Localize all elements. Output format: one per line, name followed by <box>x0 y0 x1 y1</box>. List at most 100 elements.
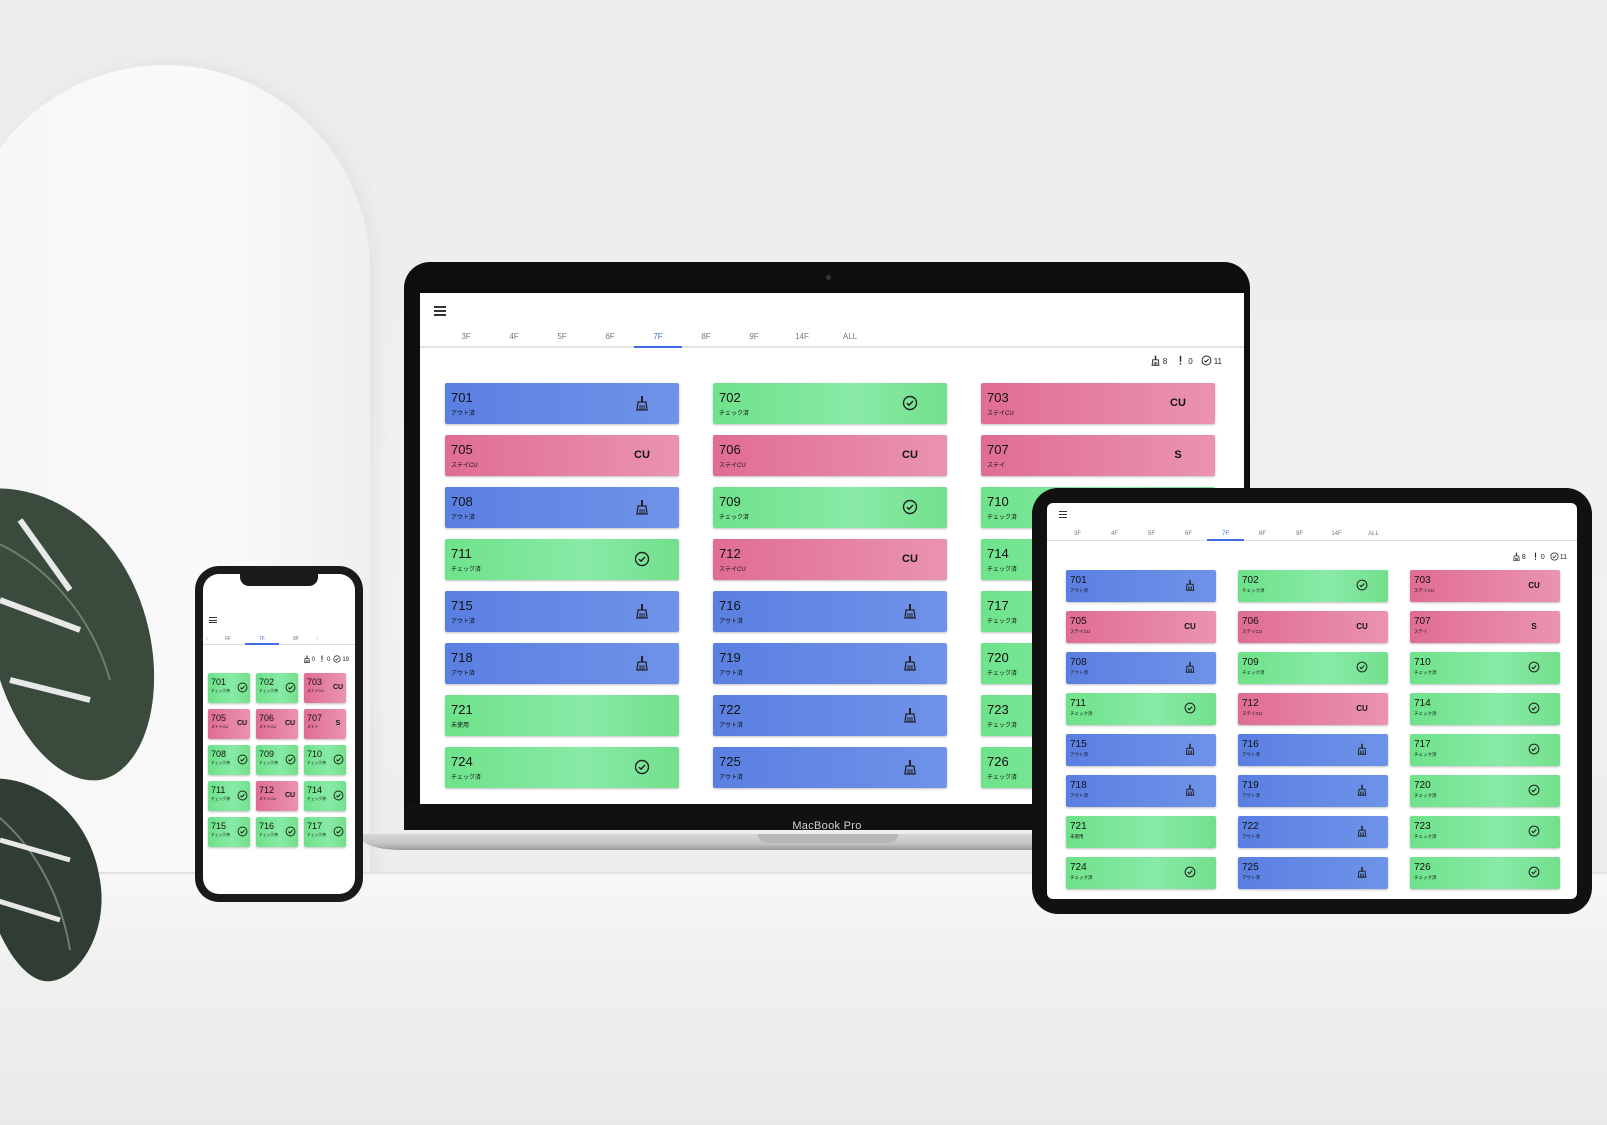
tab-9f[interactable]: 9F <box>1281 529 1318 540</box>
room-card-706[interactable]: 706 ステイCU CU <box>1238 611 1388 643</box>
tab-6f[interactable]: 6F <box>1170 529 1207 540</box>
room-card-715[interactable]: 715 チェック済 <box>208 817 250 847</box>
tab-8f[interactable]: 8F <box>279 635 313 644</box>
room-card-726[interactable]: 726 チェック済 <box>1410 857 1560 889</box>
room-card-725[interactable]: 725 アウト済 <box>713 747 947 788</box>
room-card-716[interactable]: 716 アウト済 <box>713 591 947 632</box>
check-circle-icon <box>236 681 248 693</box>
room-number: 703 <box>1414 575 1431 586</box>
room-number: 706 <box>1242 616 1259 627</box>
room-card-719[interactable]: 719 アウト済 <box>1238 775 1388 807</box>
tab-6f[interactable]: 6F <box>211 635 245 644</box>
alert-icon <box>318 655 327 665</box>
room-card-707[interactable]: 707 ステイ S <box>981 435 1215 476</box>
tab-next-arrow[interactable]: › <box>313 635 321 644</box>
room-number: 710 <box>987 494 1009 509</box>
room-card-709[interactable]: 709 チェック済 <box>256 745 298 775</box>
room-card-722[interactable]: 722 アウト済 <box>713 695 947 736</box>
tab-14f[interactable]: 14F <box>1318 529 1355 540</box>
status-cleaning-count: 0 <box>311 657 315 663</box>
alert-icon <box>1531 552 1541 563</box>
room-status-label: ステイCU <box>719 567 746 573</box>
room-card-705[interactable]: 705 ステイCU CU <box>208 709 250 739</box>
room-card-716[interactable]: 716 チェック済 <box>256 817 298 847</box>
tab-9f[interactable]: 9F <box>730 330 778 346</box>
tab-4f[interactable]: 4F <box>490 330 538 346</box>
status-summary: 8 0 11 <box>1150 355 1222 368</box>
room-card-725[interactable]: 725 アウト済 <box>1238 857 1388 889</box>
room-card-708[interactable]: 708 チェック済 <box>208 745 250 775</box>
tab-14f[interactable]: 14F <box>778 330 826 346</box>
tab-7f[interactable]: 7F <box>1207 529 1244 541</box>
room-card-710[interactable]: 710 チェック済 <box>304 745 346 775</box>
room-card-714[interactable]: 714 チェック済 <box>304 781 346 811</box>
room-card-701[interactable]: 701 アウト済 <box>445 383 679 424</box>
tab-5f[interactable]: 5F <box>1133 529 1170 540</box>
room-number: 702 <box>719 390 741 405</box>
room-card-712[interactable]: 712 ステイCU CU <box>713 539 947 580</box>
menu-icon[interactable] <box>1059 511 1067 520</box>
room-card-705[interactable]: 705 ステイCU CU <box>1066 611 1216 643</box>
room-card-702[interactable]: 702 チェック済 <box>713 383 947 424</box>
room-card-709[interactable]: 709 チェック済 <box>713 487 947 528</box>
room-card-703[interactable]: 703 ステイCU CU <box>981 383 1215 424</box>
room-card-703[interactable]: 703 ステイCU CU <box>304 673 346 703</box>
status-code-cu: CU <box>902 553 918 565</box>
menu-icon[interactable] <box>434 306 446 318</box>
room-card-708[interactable]: 708 アウト済 <box>445 487 679 528</box>
check-circle-icon <box>1527 783 1541 797</box>
room-card-724[interactable]: 724 チェック済 <box>445 747 679 788</box>
room-card-708[interactable]: 708 アウト済 <box>1066 652 1216 684</box>
tab-prev-arrow[interactable]: ‹ <box>203 635 211 644</box>
room-card-707[interactable]: 707 ステイ S <box>1410 611 1560 643</box>
tab-6f[interactable]: 6F <box>586 330 634 346</box>
room-card-723[interactable]: 723 チェック済 <box>1410 816 1560 848</box>
room-card-721[interactable]: 721 未使用 <box>445 695 679 736</box>
tab-7f[interactable]: 7F <box>245 635 279 645</box>
room-card-709[interactable]: 709 チェック済 <box>1238 652 1388 684</box>
room-card-717[interactable]: 717 チェック済 <box>1410 734 1560 766</box>
menu-icon[interactable] <box>209 617 217 625</box>
status-alert: 0 <box>318 655 330 665</box>
room-card-724[interactable]: 724 チェック済 <box>1066 857 1216 889</box>
room-card-720[interactable]: 720 チェック済 <box>1410 775 1560 807</box>
room-card-711[interactable]: 711 チェック済 <box>1066 693 1216 725</box>
room-status-label: チェック済 <box>211 833 230 837</box>
room-card-718[interactable]: 718 アウト済 <box>1066 775 1216 807</box>
room-card-714[interactable]: 714 チェック済 <box>1410 693 1560 725</box>
room-card-702[interactable]: 702 チェック済 <box>256 673 298 703</box>
status-code-cu: CU <box>1170 397 1186 409</box>
tab-3f[interactable]: 3F <box>1059 529 1096 540</box>
tab-4f[interactable]: 4F <box>1096 529 1133 540</box>
room-card-711[interactable]: 711 チェック済 <box>208 781 250 811</box>
tab-8f[interactable]: 8F <box>682 330 730 346</box>
room-card-715[interactable]: 715 アウト済 <box>445 591 679 632</box>
check-circle-icon <box>284 753 296 765</box>
room-card-718[interactable]: 718 アウト済 <box>445 643 679 684</box>
room-card-712[interactable]: 712 ステイCU CU <box>1238 693 1388 725</box>
room-card-705[interactable]: 705 ステイCU CU <box>445 435 679 476</box>
room-card-712[interactable]: 712 ステイCU CU <box>256 781 298 811</box>
room-card-702[interactable]: 702 チェック済 <box>1238 570 1388 602</box>
room-card-706[interactable]: 706 ステイCU CU <box>713 435 947 476</box>
tab-7f[interactable]: 7F <box>634 330 682 348</box>
room-card-722[interactable]: 722 アウト済 <box>1238 816 1388 848</box>
room-card-721[interactable]: 721 未使用 <box>1066 816 1216 848</box>
room-card-703[interactable]: 703 ステイCU CU <box>1410 570 1560 602</box>
tab-all[interactable]: ALL <box>826 330 874 346</box>
room-card-716[interactable]: 716 アウト済 <box>1238 734 1388 766</box>
alert-icon <box>1175 355 1188 368</box>
room-card-701[interactable]: 701 チェック済 <box>208 673 250 703</box>
room-card-710[interactable]: 710 チェック済 <box>1410 652 1560 684</box>
room-card-715[interactable]: 715 アウト済 <box>1066 734 1216 766</box>
tab-5f[interactable]: 5F <box>538 330 586 346</box>
room-card-701[interactable]: 701 アウト済 <box>1066 570 1216 602</box>
tab-8f[interactable]: 8F <box>1244 529 1281 540</box>
room-card-717[interactable]: 717 チェック済 <box>304 817 346 847</box>
room-card-719[interactable]: 719 アウト済 <box>713 643 947 684</box>
room-card-711[interactable]: 711 チェック済 <box>445 539 679 580</box>
room-card-706[interactable]: 706 ステイCU CU <box>256 709 298 739</box>
tab-3f[interactable]: 3F <box>442 330 490 346</box>
tab-all[interactable]: ALL <box>1355 529 1392 540</box>
room-card-707[interactable]: 707 ステイ S <box>304 709 346 739</box>
